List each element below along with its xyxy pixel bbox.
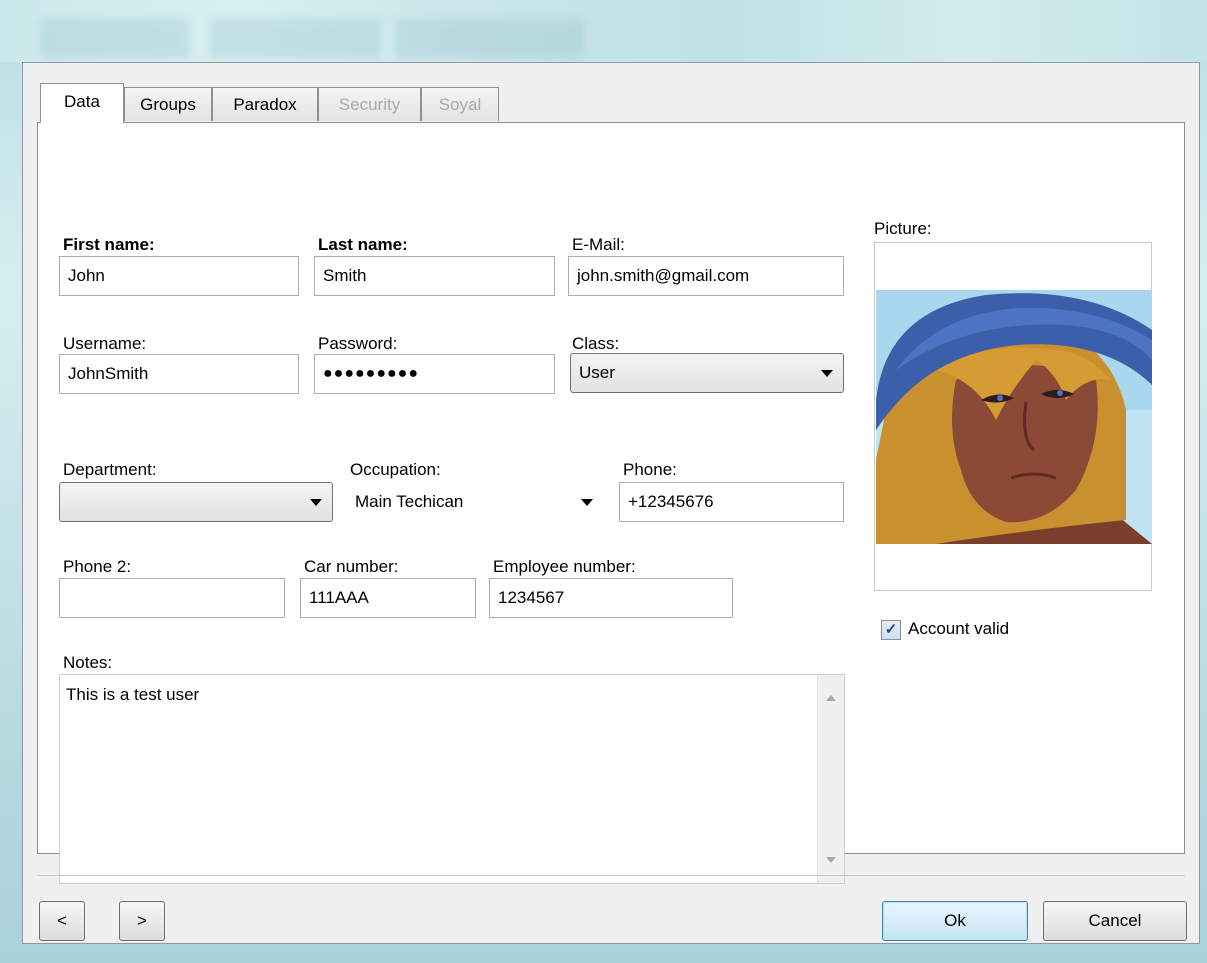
ghost-tab [40, 18, 190, 58]
password-label: Password: [318, 334, 398, 353]
cancel-button[interactable]: Cancel [1043, 901, 1187, 941]
ghost-tab [395, 18, 585, 58]
employee-number-field[interactable]: 1234567 [489, 578, 733, 618]
user-portrait-image [876, 290, 1152, 544]
phone-field[interactable]: +12345676 [619, 482, 844, 522]
tab-panel-data: First name: John Last name: Smith E-Mail… [37, 122, 1185, 884]
notes-text: This is a test user [66, 685, 200, 704]
picture-frame[interactable] [874, 242, 1152, 591]
first-name-label: First name: [63, 235, 155, 254]
email-label: E-Mail: [572, 235, 625, 254]
last-name-label: Last name: [318, 235, 408, 254]
next-button[interactable]: > [119, 901, 165, 941]
username-label: Username: [63, 334, 147, 353]
car-number-label: Car number: [304, 557, 399, 576]
user-edit-dialog: Data Groups Paradox Security Soyal First… [22, 62, 1200, 944]
occupation-select[interactable]: Main Techican [346, 482, 604, 522]
scroll-up-icon[interactable] [826, 695, 836, 701]
department-label: Department: [63, 460, 157, 479]
ok-button[interactable]: Ok [882, 901, 1028, 941]
username-field[interactable]: JohnSmith [59, 354, 299, 394]
scroll-down-icon[interactable] [826, 857, 836, 863]
phone2-field[interactable] [59, 578, 285, 618]
notes-scrollbar[interactable] [817, 675, 844, 883]
tab-data[interactable]: Data [40, 83, 124, 123]
class-label: Class: [572, 334, 620, 353]
password-field[interactable]: ●●●●●●●●● [314, 354, 555, 394]
last-name-field[interactable]: Smith [314, 256, 555, 296]
footer-separator [37, 875, 1185, 876]
phone-label: Phone: [623, 460, 677, 479]
first-name-field[interactable]: John [59, 256, 299, 296]
previous-button[interactable]: < [39, 901, 85, 941]
tab-paradox[interactable]: Paradox [212, 87, 318, 121]
class-select-value: User [579, 363, 615, 382]
class-select[interactable]: User [570, 353, 844, 393]
background-window-strip [0, 0, 1207, 62]
tab-groups[interactable]: Groups [124, 87, 212, 121]
department-select[interactable] [59, 482, 333, 522]
notes-textarea[interactable]: This is a test user [59, 674, 845, 884]
account-valid-checkbox[interactable]: ✓ [881, 620, 901, 640]
occupation-select-value: Main Techican [355, 492, 464, 511]
ghost-tab [210, 18, 380, 58]
notes-label: Notes: [63, 653, 113, 672]
chevron-down-icon [581, 499, 593, 506]
email-field[interactable]: john.smith@gmail.com [568, 256, 844, 296]
chevron-down-icon [821, 370, 833, 377]
chevron-down-icon [310, 499, 322, 506]
occupation-label: Occupation: [350, 460, 441, 479]
car-number-field[interactable]: 111AAA [300, 578, 476, 618]
tab-soyal[interactable]: Soyal [421, 87, 499, 121]
phone2-label: Phone 2: [63, 557, 132, 576]
tab-security[interactable]: Security [318, 87, 421, 121]
employee-number-label: Employee number: [493, 557, 636, 576]
picture-label: Picture: [874, 219, 932, 238]
account-valid-label: Account valid [908, 619, 1010, 638]
